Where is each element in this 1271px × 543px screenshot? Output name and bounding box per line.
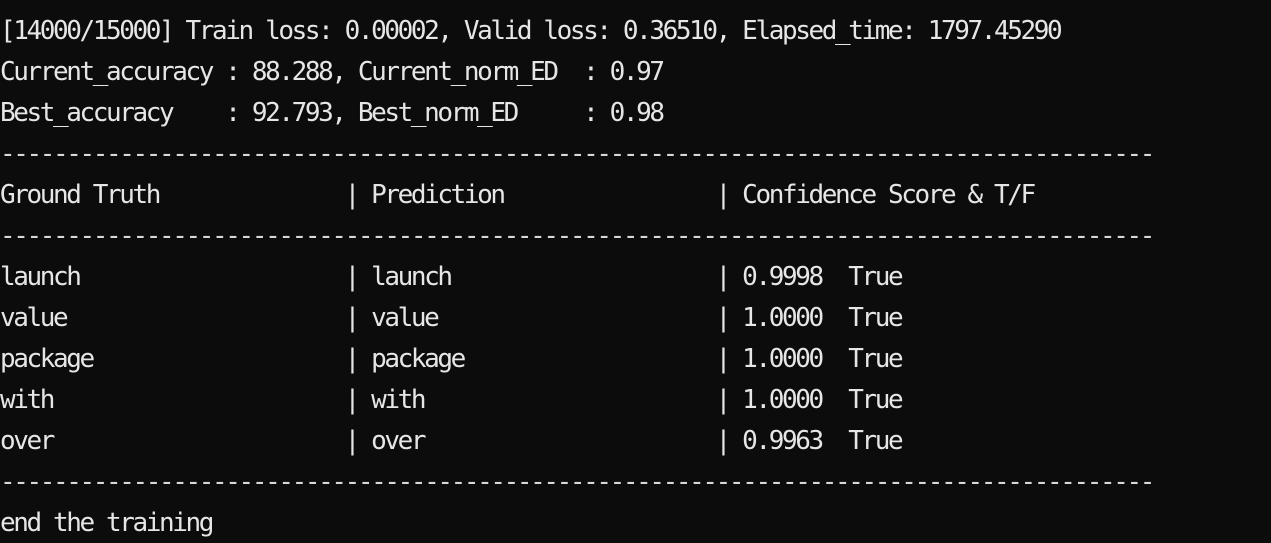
table-row: package | package | 1.0000 True bbox=[0, 344, 904, 374]
table-row: value | value | 1.0000 True bbox=[0, 303, 904, 333]
table-header: Ground Truth | Prediction | Confidence S… bbox=[0, 180, 1036, 210]
separator-line: ----------------------------------------… bbox=[0, 467, 1155, 497]
separator-line: ----------------------------------------… bbox=[0, 139, 1155, 169]
current-metrics-line: Current_accuracy : 88.288, Current_norm_… bbox=[0, 57, 665, 87]
training-status-line: [14000/15000] Train loss: 0.00002, Valid… bbox=[0, 16, 1063, 46]
best-metrics-line: Best_accuracy : 92.793, Best_norm_ED : 0… bbox=[0, 98, 665, 128]
table-row: launch | launch | 0.9998 True bbox=[0, 262, 904, 292]
final-message-line: end the training bbox=[0, 508, 214, 538]
table-row: with | with | 1.0000 True bbox=[0, 385, 904, 415]
table-row: over | over | 0.9963 True bbox=[0, 426, 904, 456]
terminal-output: [14000/15000] Train loss: 0.00002, Valid… bbox=[0, 0, 1271, 538]
separator-line: ----------------------------------------… bbox=[0, 221, 1155, 251]
